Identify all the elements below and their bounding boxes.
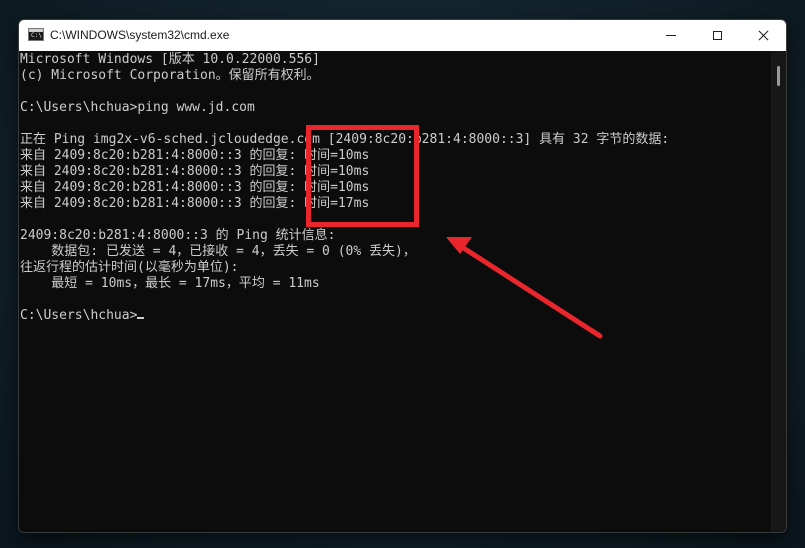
console-output[interactable]: Microsoft Windows [版本 10.0.22000.556] (c… [19, 51, 771, 532]
console-line: 来自 2409:8c20:b281:4:8000::3 的回复: 时间=10ms [20, 164, 370, 179]
console-line: 2409:8c20:b281:4:8000::3 的 Ping 统计信息: [20, 228, 336, 243]
console-line: 来自 2409:8c20:b281:4:8000::3 的回复: 时间=10ms [20, 180, 370, 195]
scroll-thumb[interactable] [777, 66, 780, 86]
close-button[interactable] [740, 20, 786, 51]
maximize-button[interactable] [694, 20, 740, 51]
console-line: 正在 Ping img2x-v6-sched.jcloudedge.com [2… [20, 132, 670, 147]
console-line: 来自 2409:8c20:b281:4:8000::3 的回复: 时间=17ms [20, 196, 370, 211]
maximize-icon [712, 31, 722, 40]
minimize-button[interactable] [648, 20, 694, 51]
console-line: C:\Users\hchua>ping www.jd.com [20, 100, 255, 115]
console-line: 最短 = 10ms，最长 = 17ms，平均 = 11ms [20, 276, 320, 291]
console-line: 往返行程的估计时间(以毫秒为单位): [20, 260, 239, 275]
text-cursor [137, 317, 145, 319]
prompt-line[interactable]: C:\Users\hchua> [20, 308, 669, 324]
console-line: Microsoft Windows [版本 10.0.22000.556] [20, 52, 320, 67]
minimize-icon [666, 35, 676, 36]
console-line: (c) Microsoft Corporation。保留所有权利。 [20, 68, 320, 83]
cmd-app-icon[interactable]: C:\ [28, 28, 44, 41]
console-line: 来自 2409:8c20:b281:4:8000::3 的回复: 时间=10ms [20, 148, 370, 163]
app-icon-label: C:\ [31, 32, 42, 39]
vertical-scrollbar[interactable] [771, 51, 786, 532]
close-icon [758, 30, 769, 41]
prompt-text: C:\Users\hchua> [20, 308, 138, 323]
cmd-window[interactable]: C:\ C:\WINDOWS\system32\cmd.exe Microsof… [18, 19, 787, 533]
console-lines: Microsoft Windows [版本 10.0.22000.556] (c… [20, 52, 669, 324]
title-bar[interactable]: C:\ C:\WINDOWS\system32\cmd.exe [19, 20, 786, 51]
window-title: C:\WINDOWS\system32\cmd.exe [50, 28, 230, 42]
console-line: 数据包: 已发送 = 4，已接收 = 4，丢失 = 0 (0% 丢失)， [20, 244, 416, 259]
